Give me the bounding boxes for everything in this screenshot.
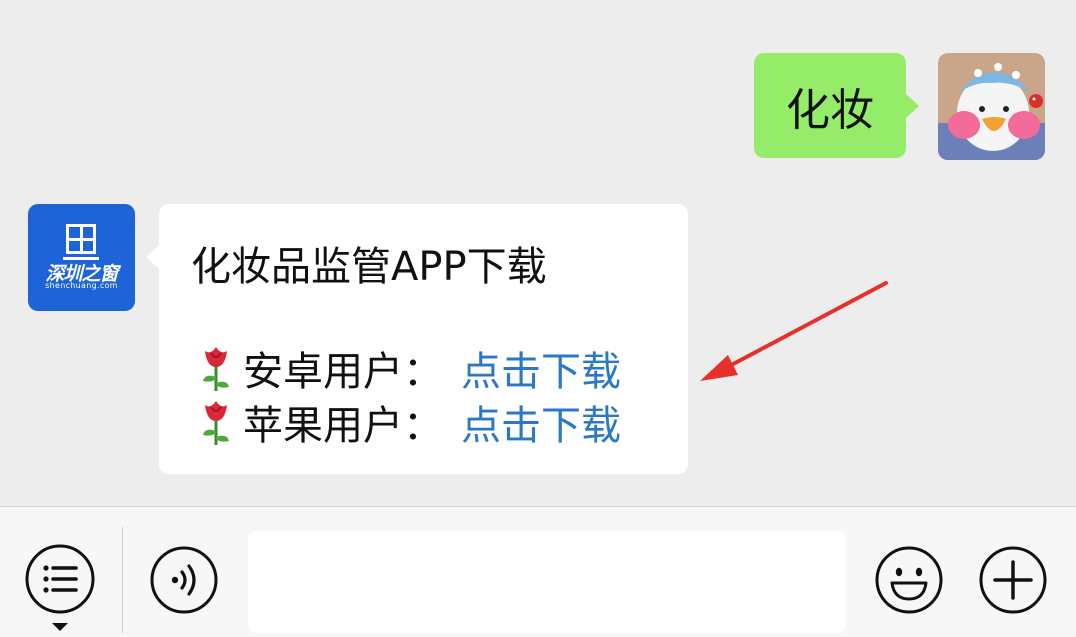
menu-icon[interactable] xyxy=(24,543,96,615)
duck-avatar-image xyxy=(938,53,1045,160)
chat-input-bar xyxy=(0,506,1076,637)
outgoing-message-text: 化妆 xyxy=(786,84,874,136)
incoming-message-bubble: 化妆品监管APP下载 安卓用户： 点击下载 苹果用户： 点击下载 xyxy=(146,204,688,474)
rose-icon xyxy=(203,347,229,391)
brand-name-en: shenchuang.com xyxy=(45,281,118,290)
menu-caret-icon xyxy=(52,623,68,631)
android-user-label: 安卓用户： xyxy=(243,349,443,395)
android-download-link[interactable]: 点击下载 xyxy=(461,339,621,397)
message-input[interactable] xyxy=(248,531,846,633)
emoji-icon[interactable] xyxy=(874,545,944,615)
window-logo-icon xyxy=(63,224,99,260)
rose-icon xyxy=(203,401,229,445)
ios-user-label: 苹果用户： xyxy=(243,403,443,449)
ios-download-row: 苹果用户： 点击下载 xyxy=(199,394,621,450)
android-download-row: 安卓用户： 点击下载 xyxy=(199,340,621,396)
official-account-avatar[interactable]: 深圳之窗 shenchuang.com xyxy=(28,204,135,311)
message-title: 化妆品监管APP下载 xyxy=(191,244,547,290)
ios-download-link[interactable]: 点击下载 xyxy=(461,393,621,451)
user-avatar[interactable] xyxy=(938,53,1045,160)
annotation-arrow-icon xyxy=(700,281,888,381)
divider xyxy=(122,527,123,633)
chat-area: 化妆 深圳之窗 shenchuang.com 化妆品监管APP下载 安卓用户： … xyxy=(0,0,1076,506)
plus-icon[interactable] xyxy=(978,545,1048,615)
voice-icon[interactable] xyxy=(149,545,219,615)
outgoing-message-bubble[interactable]: 化妆 xyxy=(754,53,919,158)
